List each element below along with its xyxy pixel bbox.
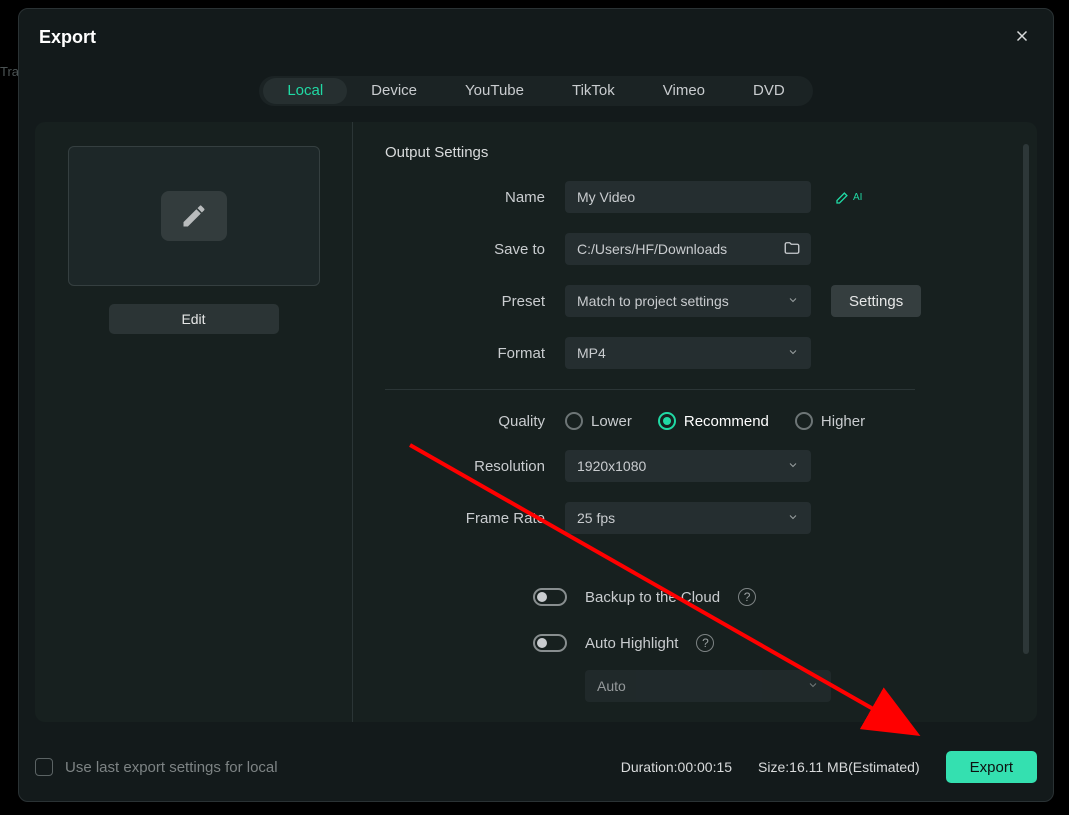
- tab-local[interactable]: Local: [263, 78, 347, 104]
- background-cutoff-text: Tra: [0, 64, 19, 79]
- export-modal: Export Local Device YouTube TikTok Vimeo…: [18, 8, 1054, 802]
- scrollbar[interactable]: [1023, 144, 1029, 654]
- tab-device[interactable]: Device: [347, 76, 441, 106]
- preset-value: Match to project settings: [577, 293, 729, 309]
- resolution-label: Resolution: [385, 458, 565, 475]
- divider: [385, 389, 915, 390]
- save-to-field[interactable]: [577, 241, 799, 257]
- preset-select[interactable]: Match to project settings: [565, 285, 811, 317]
- video-preview[interactable]: [68, 146, 320, 286]
- output-settings-title: Output Settings: [385, 144, 1007, 161]
- format-label: Format: [385, 345, 565, 362]
- form-column: Output Settings Name AI Save to: [353, 122, 1037, 722]
- auto-highlight-label: Auto Highlight: [585, 635, 678, 652]
- ai-badge-text: AI: [853, 192, 862, 203]
- backup-cloud-toggle[interactable]: [533, 588, 567, 606]
- ai-rename-icon[interactable]: AI: [835, 189, 862, 205]
- save-to-input[interactable]: [565, 233, 811, 265]
- use-last-settings-label: Use last export settings for local: [65, 759, 278, 776]
- chevron-down-icon: [787, 510, 799, 526]
- tabs: Local Device YouTube TikTok Vimeo DVD: [19, 58, 1053, 122]
- resolution-select[interactable]: 1920x1080: [565, 450, 811, 482]
- save-to-label: Save to: [385, 241, 565, 258]
- name-label: Name: [385, 189, 565, 206]
- quality-higher-radio[interactable]: Higher: [795, 412, 865, 430]
- framerate-label: Frame Rate: [385, 510, 565, 527]
- framerate-select[interactable]: 25 fps: [565, 502, 811, 534]
- pencil-icon: [161, 191, 227, 241]
- quality-recommend-radio[interactable]: Recommend: [658, 412, 769, 430]
- auto-highlight-toggle[interactable]: [533, 634, 567, 652]
- chevron-down-icon: [787, 458, 799, 474]
- chevron-down-icon: [787, 345, 799, 361]
- tab-youtube[interactable]: YouTube: [441, 76, 548, 106]
- format-select[interactable]: MP4: [565, 337, 811, 369]
- preview-column: Edit: [35, 122, 353, 722]
- footer: Use last export settings for local Durat…: [35, 751, 1037, 783]
- chevron-down-icon: [787, 293, 799, 309]
- preset-settings-button[interactable]: Settings: [831, 285, 921, 317]
- help-icon[interactable]: ?: [738, 588, 756, 606]
- settings-panel: Edit Output Settings Name AI Save to: [35, 122, 1037, 722]
- help-icon[interactable]: ?: [696, 634, 714, 652]
- duration-meta: Duration:00:00:15: [621, 759, 732, 775]
- tab-vimeo[interactable]: Vimeo: [639, 76, 729, 106]
- format-value: MP4: [577, 345, 606, 361]
- edit-button[interactable]: Edit: [109, 304, 279, 334]
- name-input-field[interactable]: [577, 189, 799, 205]
- tab-tiktok[interactable]: TikTok: [548, 76, 639, 106]
- highlight-mode-value: Auto: [597, 678, 626, 694]
- titlebar: Export: [19, 9, 1053, 58]
- preset-label: Preset: [385, 293, 565, 310]
- backup-cloud-label: Backup to the Cloud: [585, 589, 720, 606]
- framerate-value: 25 fps: [577, 510, 615, 526]
- export-button[interactable]: Export: [946, 751, 1037, 783]
- close-icon[interactable]: [1013, 27, 1031, 48]
- folder-icon[interactable]: [783, 239, 801, 260]
- quality-label: Quality: [385, 413, 565, 430]
- name-input[interactable]: [565, 181, 811, 213]
- quality-lower-radio[interactable]: Lower: [565, 412, 632, 430]
- use-last-settings-checkbox[interactable]: [35, 758, 53, 776]
- quality-radio-group: Lower Recommend Higher: [565, 412, 865, 430]
- chevron-down-icon: [807, 678, 819, 694]
- modal-title: Export: [39, 27, 96, 48]
- size-meta: Size:16.11 MB(Estimated): [758, 759, 920, 775]
- resolution-value: 1920x1080: [577, 458, 646, 474]
- tab-dvd[interactable]: DVD: [729, 76, 809, 106]
- highlight-mode-select[interactable]: Auto: [585, 670, 831, 702]
